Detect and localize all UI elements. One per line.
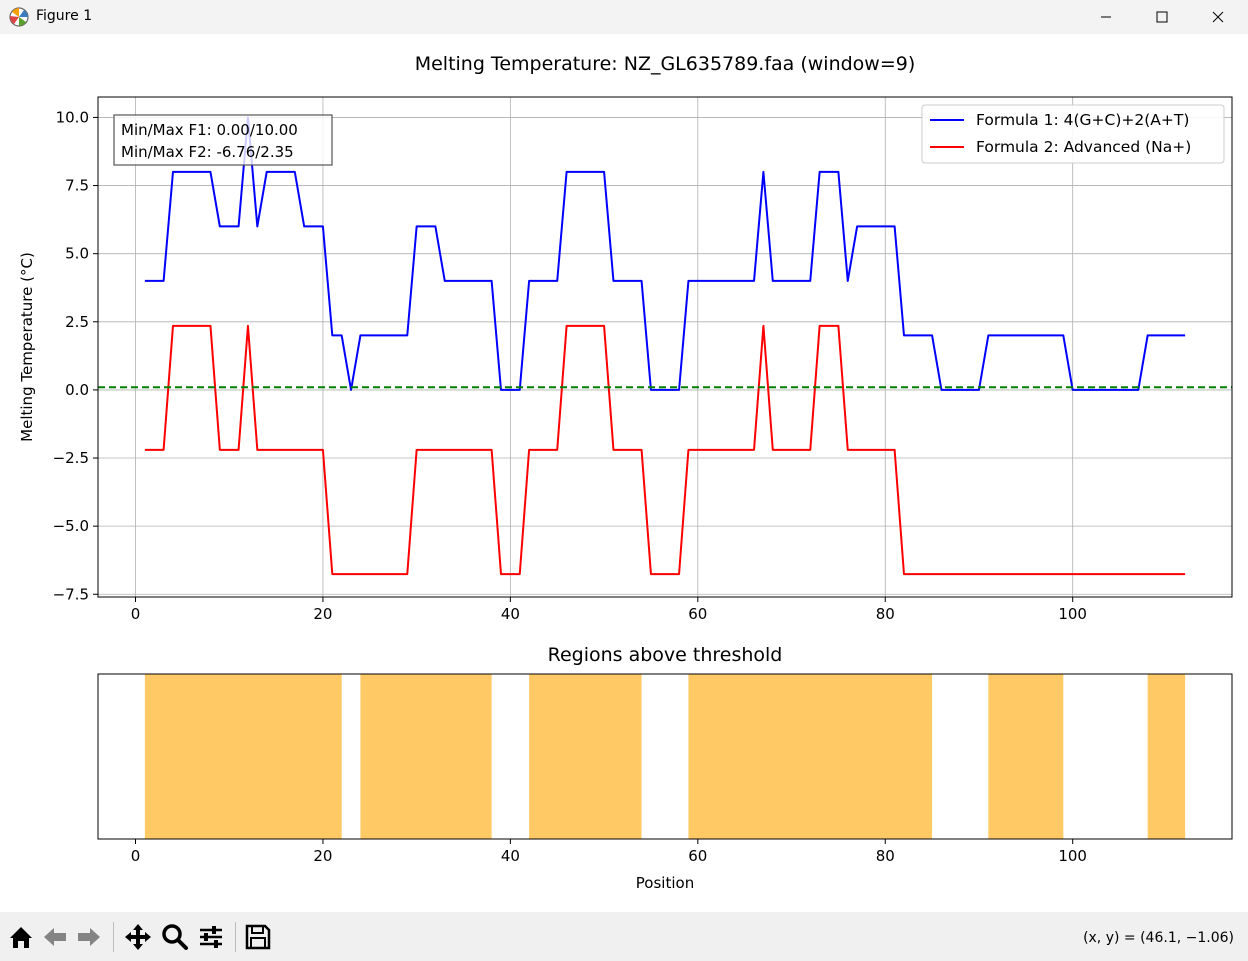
region-span [1147, 674, 1186, 839]
series-line [144, 324, 1186, 576]
window-title: Figure 1 [36, 8, 93, 24]
back-arrow-icon [44, 928, 66, 946]
zoom-icon [162, 924, 188, 950]
region-span [688, 674, 933, 839]
close-icon [1212, 11, 1224, 23]
figure-canvas[interactable]: Melting Temperature: NZ_GL635789.faa (wi… [0, 34, 1248, 912]
forward-arrow-icon [78, 928, 100, 946]
back-button[interactable] [40, 922, 70, 952]
toolbar-separator [235, 922, 236, 952]
y-tick-label: 5.0 [65, 245, 89, 263]
home-icon [10, 927, 32, 948]
x-tick-label: 60 [688, 605, 707, 623]
y-tick-label: −2.5 [53, 449, 89, 467]
x-tick-label: 20 [313, 847, 332, 865]
configure-subplots-icon [200, 926, 222, 948]
matplotlib-app-icon [9, 7, 29, 27]
regions-title: Regions above threshold [548, 644, 783, 666]
y-tick-label: 7.5 [65, 177, 89, 195]
close-button[interactable] [1190, 0, 1246, 34]
annotation-text: Min/Max F2: -6.76/2.35 [121, 143, 294, 161]
chart-title: Melting Temperature: NZ_GL635789.faa (wi… [415, 53, 916, 75]
x-tick-label: 40 [501, 847, 520, 865]
x-axis-label: Position [636, 874, 694, 892]
maximize-icon [1156, 11, 1168, 23]
region-span [360, 674, 492, 839]
zoom-button[interactable] [160, 922, 190, 952]
x-tick-label: 80 [876, 605, 895, 623]
forward-button[interactable] [74, 922, 104, 952]
toolbar-separator [113, 922, 114, 952]
y-tick-label: −7.5 [53, 585, 89, 603]
region-span [144, 674, 342, 839]
minmax-annotation: Min/Max F1: 0.00/10.00 Min/Max F2: -6.76/… [113, 114, 333, 166]
pan-button[interactable] [123, 922, 153, 952]
x-tick-label: 80 [876, 847, 895, 865]
x-tick-label: 100 [1058, 847, 1087, 865]
y-tick-label: 0.0 [65, 381, 89, 399]
save-button[interactable] [243, 922, 273, 952]
save-icon [245, 924, 271, 950]
region-span [988, 674, 1064, 839]
x-tick-label: 20 [313, 605, 332, 623]
y-tick-label: 2.5 [65, 313, 89, 331]
y-tick-label: 10.0 [56, 108, 89, 126]
annotation-text: Min/Max F1: 0.00/10.00 [121, 121, 298, 139]
figure-svg: Melting Temperature: NZ_GL635789.faa (wi… [18, 53, 1233, 892]
pan-icon [125, 924, 151, 950]
title-bar: Figure 1 [0, 0, 1248, 34]
x-tick-label: 60 [688, 847, 707, 865]
configure-subplots-button[interactable] [196, 922, 226, 952]
home-button[interactable] [6, 922, 36, 952]
minimize-icon [1101, 16, 1111, 18]
legend-label: Formula 1: 4(G+C)+2(A+T) [976, 111, 1189, 129]
bottom-axes: Regions above threshold 0 20 40 60 80 100 Posit… [97, 644, 1233, 892]
x-tick-label: 0 [131, 847, 141, 865]
top-axes: Melting Temperature: NZ_GL635789.faa (wi… [18, 53, 1233, 623]
x-tick-label: 0 [131, 605, 141, 623]
legend-label: Formula 2: Advanced (Na+) [976, 138, 1191, 156]
legend: Formula 1: 4(G+C)+2(A+T) Formula 2: Advan… [921, 104, 1225, 164]
y-axis-label: Melting Temperature (°C) [18, 252, 36, 442]
x-tick-label: 100 [1058, 605, 1087, 623]
minimize-button[interactable] [1078, 0, 1134, 34]
x-tick-label: 40 [501, 605, 520, 623]
y-tick-label: −5.0 [53, 517, 89, 535]
maximize-button[interactable] [1134, 0, 1190, 34]
region-span [529, 674, 642, 839]
navigation-toolbar: (x, y) = (46.1, −1.06) [0, 912, 1248, 961]
cursor-coordinates: (x, y) = (46.1, −1.06) [1083, 930, 1234, 946]
